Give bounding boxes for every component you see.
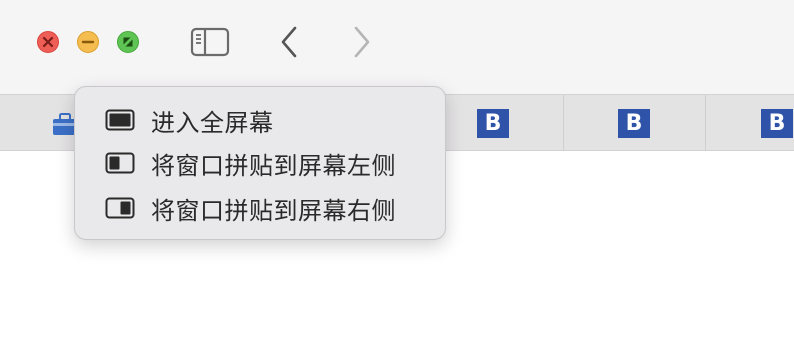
tile-left-icon xyxy=(105,152,135,174)
menu-item-label: 将窗口拼贴到屏幕右侧 xyxy=(151,196,396,225)
menu-item-label: 将窗口拼贴到屏幕左侧 xyxy=(151,151,396,180)
back-button[interactable] xyxy=(270,22,310,62)
tab-favicon-b: B xyxy=(761,109,793,138)
sidebar-icon xyxy=(190,27,230,57)
tile-right-icon xyxy=(105,197,135,219)
chevron-left-icon xyxy=(281,26,297,58)
menu-item-tile-right[interactable]: 将窗口拼贴到屏幕右侧 xyxy=(105,190,396,226)
fullscreen-icon xyxy=(105,109,135,131)
minimize-window-button[interactable] xyxy=(77,31,99,53)
menu-item-label: 进入全屏幕 xyxy=(151,108,274,137)
fullscreen-arrows-icon xyxy=(123,37,133,47)
chevron-right-icon xyxy=(354,26,370,58)
tab-favicon-b: B xyxy=(618,109,650,138)
forward-button[interactable] xyxy=(341,22,381,62)
zoom-window-button[interactable] xyxy=(117,31,139,53)
window-tiling-popover: 进入全屏幕 将窗口拼贴到屏幕左侧 将窗口拼贴到屏幕右侧 xyxy=(74,86,446,240)
sidebar-toggle-button[interactable] xyxy=(190,22,230,62)
menu-item-enter-fullscreen[interactable]: 进入全屏幕 xyxy=(105,102,274,138)
close-window-button[interactable] xyxy=(37,31,59,53)
menu-item-tile-left[interactable]: 将窗口拼贴到屏幕左侧 xyxy=(105,145,396,181)
close-icon xyxy=(42,36,54,48)
title-bar xyxy=(0,0,794,95)
tab-favicon-b: B xyxy=(477,109,509,138)
minimize-icon xyxy=(81,40,95,44)
tab[interactable]: B xyxy=(563,95,705,150)
tab[interactable]: B xyxy=(705,95,794,150)
